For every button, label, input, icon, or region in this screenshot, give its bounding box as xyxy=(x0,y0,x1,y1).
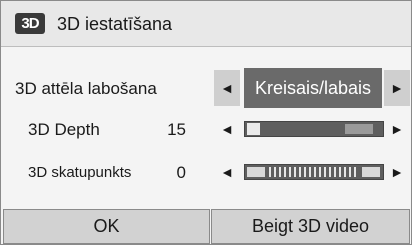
viewpoint-slider-stripes xyxy=(269,167,359,177)
depth-slider-end-marker xyxy=(345,124,373,134)
depth-slider[interactable] xyxy=(244,121,384,137)
depth-value: 15 xyxy=(167,120,186,139)
viewpoint-value: 0 xyxy=(176,163,186,182)
row-label-image-correction: 3D attēla labošana xyxy=(15,79,157,98)
arrow-left-icon[interactable]: ◄ xyxy=(219,163,235,181)
arrow-right-icon[interactable]: ► xyxy=(389,79,405,97)
dialog-title: 3D iestatīšana xyxy=(57,14,173,34)
arrow-left-icon[interactable]: ◄ xyxy=(219,79,235,97)
viewpoint-left-marker xyxy=(247,167,265,177)
image-correction-value[interactable]: Kreisais/labais xyxy=(244,68,382,108)
exit-3d-video-button[interactable]: Beigt 3D video xyxy=(211,209,410,244)
viewpoint-right-marker xyxy=(362,167,380,177)
arrow-left-icon[interactable]: ◄ xyxy=(219,120,235,138)
3d-icon: 3D xyxy=(15,13,45,34)
row-label-viewpoint: 3D skatupunkts xyxy=(28,164,132,181)
row-label-depth: 3D Depth xyxy=(28,120,100,139)
arrow-right-icon[interactable]: ► xyxy=(389,120,405,138)
dialog-titlebar: 3D 3D iestatīšana xyxy=(1,1,411,47)
viewpoint-slider[interactable] xyxy=(244,164,384,180)
arrow-right-icon[interactable]: ► xyxy=(389,163,405,181)
depth-slider-fill xyxy=(247,123,260,135)
3d-settings-dialog: 3D 3D iestatīšana 3D attēla labošana ◄ K… xyxy=(0,0,412,245)
ok-button[interactable]: OK xyxy=(3,209,210,244)
